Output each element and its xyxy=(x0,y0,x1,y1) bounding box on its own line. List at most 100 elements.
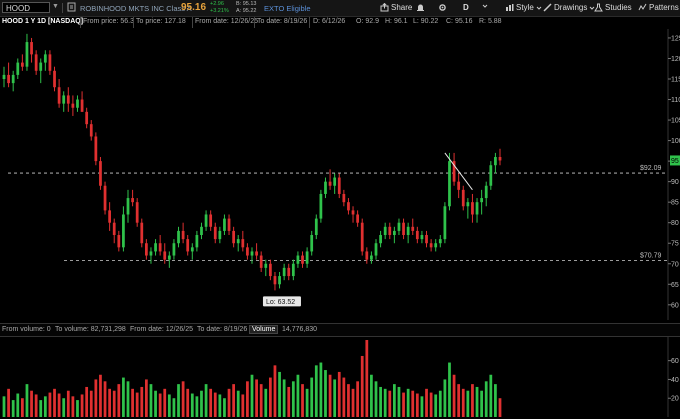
candle-body xyxy=(99,161,102,186)
volume-bar xyxy=(310,377,314,417)
candle-body xyxy=(379,235,382,244)
candle-body xyxy=(149,251,153,256)
candlestick-series xyxy=(2,33,502,291)
volume-bar xyxy=(181,381,185,417)
volume-bar xyxy=(301,384,304,417)
candle-body xyxy=(287,267,291,277)
candle-body xyxy=(365,251,369,260)
volume-bar xyxy=(466,390,470,417)
volume-bar xyxy=(144,379,148,417)
candle-body xyxy=(448,161,451,207)
candle-body xyxy=(213,226,217,240)
volume-bar xyxy=(7,388,10,417)
volume-bar xyxy=(498,398,502,417)
volume-bar xyxy=(443,379,447,417)
volume-bar xyxy=(103,381,107,417)
candle-body xyxy=(282,267,286,277)
volume-bar xyxy=(324,370,327,417)
candle-body xyxy=(144,243,148,256)
volume-bar xyxy=(85,386,89,417)
price-tick-label: 90 xyxy=(671,179,679,186)
candle-body xyxy=(76,99,79,108)
candle-body xyxy=(291,263,295,277)
candle-body xyxy=(415,230,419,240)
volume-bar xyxy=(268,377,272,417)
volume-bar xyxy=(328,374,332,417)
volume-bar xyxy=(264,388,268,417)
candle-body xyxy=(126,198,130,215)
volume-bar xyxy=(480,390,484,417)
volume-bar xyxy=(57,393,61,417)
candle-body xyxy=(494,157,497,166)
candle-body xyxy=(319,193,323,219)
volume-bar xyxy=(39,400,43,417)
price-tick-label: 105 xyxy=(671,118,680,125)
candle-body xyxy=(20,62,24,67)
volume-bar xyxy=(494,384,497,417)
last-price-badge-text: 95 xyxy=(671,158,679,165)
volume-bar xyxy=(177,384,180,417)
candle-body xyxy=(7,74,10,84)
volume-bar xyxy=(122,377,125,417)
candle-body xyxy=(475,202,479,215)
volume-bar xyxy=(204,384,208,417)
volume-bar xyxy=(76,400,79,417)
candle-body xyxy=(392,230,396,236)
candle-body xyxy=(167,255,171,260)
candle-body xyxy=(232,230,236,244)
volume-bar xyxy=(20,398,24,417)
volume-bar xyxy=(314,365,318,417)
candle-body xyxy=(71,103,75,108)
volume-bar xyxy=(282,379,286,417)
candle-body xyxy=(425,235,428,244)
volume-bar xyxy=(80,394,84,417)
candle-body xyxy=(154,243,157,252)
candle-body xyxy=(177,230,180,244)
candle-body xyxy=(411,226,415,231)
volume-bar xyxy=(287,386,291,417)
volume-bar xyxy=(16,393,20,417)
volume-bar xyxy=(195,396,199,417)
candle-body xyxy=(16,62,20,75)
volume-bar xyxy=(117,384,121,417)
candle-body xyxy=(209,214,213,227)
volume-bar xyxy=(273,365,277,417)
price-tick-label: 125 xyxy=(671,35,680,42)
volume-bar xyxy=(365,340,369,417)
volume-bar xyxy=(457,384,461,417)
volume-bar xyxy=(388,390,392,417)
candle-body xyxy=(351,210,355,215)
candle-body xyxy=(498,157,502,161)
candle-body xyxy=(117,235,121,248)
volume-bar xyxy=(342,377,346,417)
candle-body xyxy=(158,243,162,252)
candle-body xyxy=(259,255,263,268)
candle-body xyxy=(383,226,387,236)
price-chart[interactable]: 60 65 70 75 80 85 90 95 100 105 110 115 120 125 $92.0… xyxy=(0,0,680,419)
price-tick-label: 60 xyxy=(671,302,679,309)
candle-body xyxy=(122,214,125,248)
candle-body xyxy=(80,99,84,112)
volume-bar xyxy=(154,390,157,417)
candle-body xyxy=(190,247,194,252)
candle-body xyxy=(236,239,240,244)
volume-bar xyxy=(420,396,424,417)
volume-bar xyxy=(333,379,337,417)
volume-bar xyxy=(158,393,162,417)
candle-body xyxy=(255,251,258,256)
candle-body xyxy=(48,54,52,71)
volume-bar xyxy=(53,388,56,417)
low-label-text: Lo: 63.52 xyxy=(266,299,295,306)
price-tick-label: 110 xyxy=(671,97,680,104)
candle-body xyxy=(434,243,438,248)
candle-body xyxy=(108,210,112,223)
volume-series xyxy=(2,340,502,417)
candle-body xyxy=(438,239,442,244)
volume-bar xyxy=(411,390,415,417)
candle-body xyxy=(186,239,190,252)
candle-body xyxy=(374,243,378,256)
candle-body xyxy=(397,222,401,231)
candle-body xyxy=(429,243,433,248)
candle-body xyxy=(140,222,144,244)
candle-body xyxy=(204,214,208,227)
